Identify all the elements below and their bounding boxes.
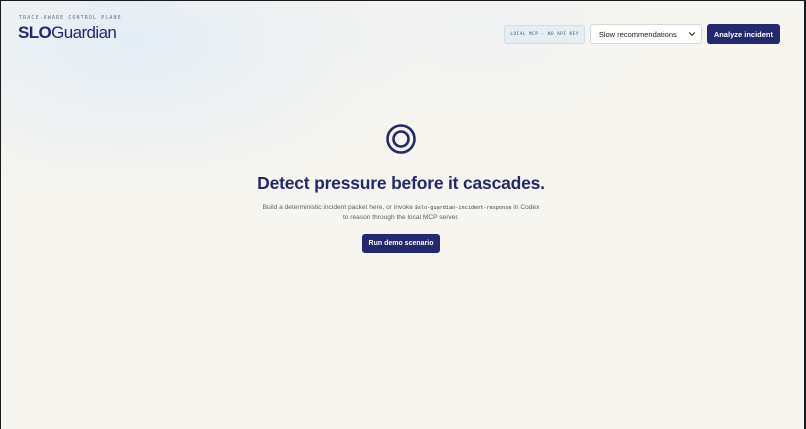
- target-rings-icon: [386, 124, 416, 154]
- chevron-down-icon: [688, 32, 695, 36]
- skill-command: $slo-guardian-incident-response: [414, 205, 512, 211]
- status-pill: LOCAL MCP · NO API KEY: [504, 24, 585, 44]
- run-demo-button[interactable]: Run demo scenario: [362, 234, 440, 253]
- hero-description: Build a deterministic incident packet he…: [1, 203, 801, 223]
- app-window: TRACE-AWARE CONTROL PLANE SLOGuardian LO…: [0, 0, 806, 429]
- brand-slo: SLO: [18, 23, 52, 42]
- desc-text-after: in Codex: [511, 204, 540, 211]
- hero-headline: Detect pressure before it cascades.: [257, 173, 545, 193]
- desc-text-before: Build a deterministic incident packet he…: [262, 204, 415, 211]
- analyze-incident-button[interactable]: Analyze incident: [706, 24, 780, 44]
- desc-text-line2: to reason through the local MCP server.: [342, 214, 460, 221]
- eyebrow-label: TRACE-AWARE CONTROL PLANE: [19, 15, 122, 21]
- brand-logo[interactable]: SLOGuardian: [18, 23, 117, 43]
- scenario-select-value: Slow recommendations: [598, 29, 677, 39]
- scenario-select[interactable]: Slow recommendations: [589, 24, 702, 44]
- brand-name: Guardian: [51, 23, 117, 42]
- header-controls: LOCAL MCP · NO API KEY Slow recommendati…: [504, 24, 780, 44]
